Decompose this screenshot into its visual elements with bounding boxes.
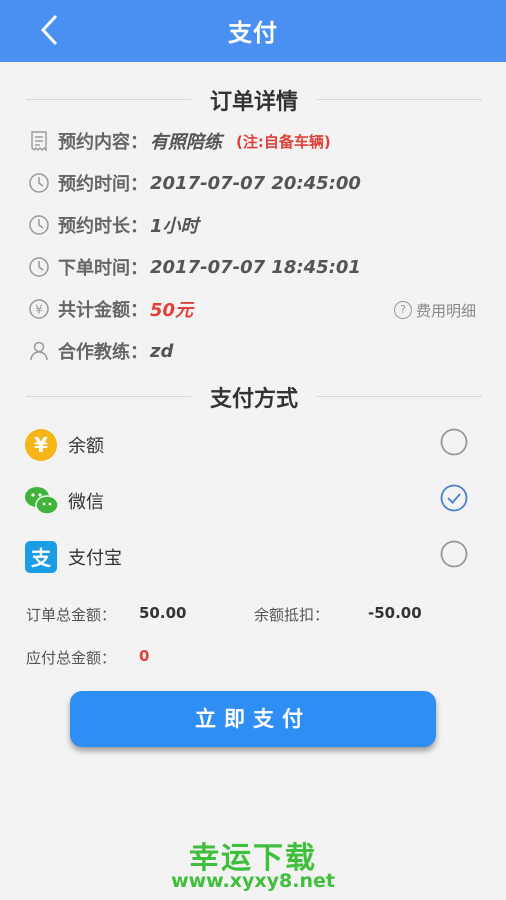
receipt-icon: [28, 130, 50, 152]
payment-option-alipay[interactable]: 支 支付宝: [24, 536, 482, 576]
clock-icon: [28, 256, 50, 278]
order-time-value: 2017-07-07 18:45:01: [150, 256, 361, 278]
total-amount-value: 50元: [150, 300, 194, 321]
clock-icon: [28, 214, 50, 236]
booking-duration-label: 预约时长：: [58, 216, 148, 237]
coach-value: zd: [150, 340, 174, 362]
booking-content-label: 预约内容：: [58, 132, 148, 153]
divider: [317, 99, 482, 100]
watermark-url: www.xyxy8.net: [171, 870, 335, 892]
payment-method-header: 支付方式: [26, 379, 482, 413]
booking-time-value: 2017-07-07 20:45:00: [150, 172, 361, 194]
svg-text:支: 支: [31, 546, 52, 570]
svg-text:¥: ¥: [34, 433, 48, 457]
clock-icon: [28, 172, 50, 194]
wechat-icon: [24, 484, 59, 518]
payable-total-label: 应付总金额：: [26, 649, 117, 667]
coach-label: 合作教练：: [58, 342, 148, 363]
fee-detail-link[interactable]: ? 费用明细: [393, 298, 476, 322]
booking-duration-row: 预约时长： 1小时: [28, 209, 199, 241]
user-icon: [28, 340, 50, 362]
yen-icon: ¥: [28, 298, 50, 320]
payment-option-balance[interactable]: ¥ 余额: [24, 424, 482, 464]
yen-coin-icon: ¥: [24, 428, 58, 462]
coach-row: 合作教练： zd: [28, 335, 173, 367]
radio-unchecked-icon[interactable]: [440, 540, 468, 568]
pay-now-button[interactable]: 立即支付: [70, 691, 436, 747]
payment-option-label: 微信: [68, 492, 104, 513]
top-bar: 支付: [0, 0, 506, 62]
payment-option-label: 支付宝: [68, 548, 122, 569]
order-time-row: 下单时间： 2017-07-07 18:45:01: [28, 251, 361, 283]
radio-checked-icon[interactable]: [440, 484, 468, 512]
total-amount-row: ¥ 共计金额： 50元: [28, 293, 193, 325]
balance-deduct-label: 余额抵扣：: [254, 606, 330, 624]
booking-content-value: 有照陪练: [150, 132, 222, 153]
booking-time-row: 预约时间： 2017-07-07 20:45:00: [28, 167, 361, 199]
booking-duration-value: 1小时: [150, 216, 199, 237]
radio-unchecked-icon[interactable]: [440, 428, 468, 456]
booking-time-label: 预约时间：: [58, 174, 148, 195]
page-title: 支付: [228, 19, 278, 47]
payment-method-title: 支付方式: [209, 387, 298, 412]
question-icon: ?: [393, 301, 412, 319]
payment-option-label: 余额: [68, 436, 104, 457]
alipay-icon: 支: [24, 540, 58, 574]
total-amount-label: 共计金额：: [58, 300, 148, 321]
order-total-value: 50.00: [139, 604, 187, 622]
order-details-title: 订单详情: [209, 90, 298, 115]
booking-content-row: 预约内容： 有照陪练 (注:自备车辆): [28, 125, 331, 157]
svg-text:¥: ¥: [35, 303, 43, 317]
fee-detail-label: 费用明细: [415, 301, 476, 320]
order-time-label: 下单时间：: [58, 258, 148, 279]
order-details-header: 订单详情: [26, 82, 482, 116]
divider: [317, 396, 482, 397]
payment-option-wechat[interactable]: 微信: [24, 480, 482, 520]
booking-content-note: (注:自备车辆): [236, 132, 331, 151]
payable-total-value: 0: [139, 647, 150, 665]
order-total-label: 订单总金额：: [26, 606, 117, 624]
balance-deduct-value: -50.00: [368, 604, 422, 622]
